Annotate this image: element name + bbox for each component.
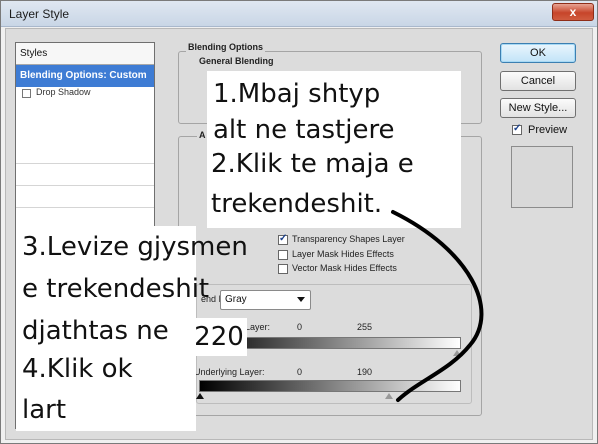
annotation-stroke bbox=[391, 210, 484, 402]
annotation-curve bbox=[391, 210, 484, 402]
